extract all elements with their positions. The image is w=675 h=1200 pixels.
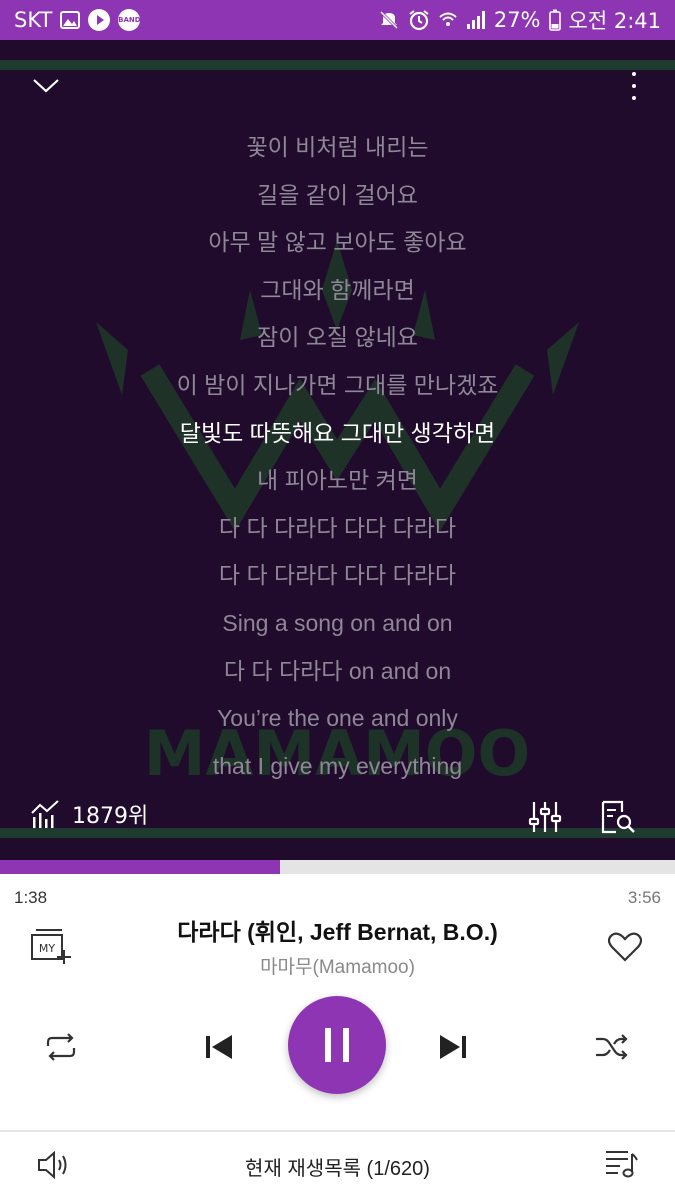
lyric-line[interactable]: 다 다 다라다 on and on (0, 648, 675, 696)
current-playlist-button[interactable]: 현재 재생목록 (1/620) (150, 1152, 525, 1181)
signal-icon (466, 10, 486, 30)
svg-text:MY: MY (39, 942, 55, 955)
pause-button[interactable] (288, 996, 386, 1094)
lyrics-panel[interactable]: MAMAMOO 꽃이 비처럼 내리는 길을 같이 걸어요 아무 말 않고 보아도… (0, 40, 675, 860)
media-play-icon (88, 9, 111, 31)
alarm-icon (408, 9, 430, 31)
lyric-search-icon[interactable] (600, 800, 636, 838)
artist-name[interactable]: 마마무(Mamamoo) (100, 952, 575, 979)
lyric-line[interactable]: 길을 같이 걸어요 (0, 172, 675, 220)
lyric-line[interactable]: 꽃이 비처럼 내리는 (0, 124, 675, 172)
like-heart-icon[interactable] (607, 932, 643, 966)
collapse-chevron-icon[interactable] (30, 74, 62, 98)
lyric-line[interactable]: 내 피아노만 켜면 (0, 457, 675, 505)
clock-time: 오전 2:41 (568, 9, 661, 33)
lyric-line[interactable]: 이 밤이 지나가면 그대를 만나겠죠 (0, 362, 675, 410)
next-track-icon[interactable] (436, 1030, 472, 1064)
wifi-icon (438, 10, 458, 30)
add-to-my-list-button[interactable]: MY (30, 928, 72, 968)
lyric-line[interactable]: 아무 말 않고 보아도 좋아요 (0, 219, 675, 267)
pause-icon (325, 1028, 349, 1062)
top-accent-line (0, 60, 675, 70)
playlist-icon[interactable] (604, 1148, 638, 1184)
bottom-divider (0, 1130, 675, 1132)
lyric-line[interactable]: 잠이 오질 않네요 (0, 314, 675, 362)
equalizer-icon[interactable] (528, 800, 562, 838)
lyrics-list: 꽃이 비처럼 내리는 길을 같이 걸어요 아무 말 않고 보아도 좋아요 그대와… (0, 124, 675, 790)
my-list-add-icon: MY (31, 929, 71, 964)
lyric-line[interactable]: Sing a song on and on (0, 600, 675, 648)
shuffle-icon[interactable] (594, 1032, 630, 1062)
elapsed-time: 1:38 (14, 888, 48, 907)
gallery-icon (60, 11, 81, 29)
chart-rank-button[interactable]: 1879위 (30, 798, 148, 830)
volume-icon[interactable] (36, 1150, 72, 1184)
lyric-line[interactable]: You’re the one and only (0, 695, 675, 743)
chart-rank-icon (31, 800, 59, 828)
lyric-line[interactable]: that I give my everything (0, 743, 675, 791)
lyric-line[interactable]: 다 다 다라다 다다 다라다 (0, 505, 675, 553)
previous-track-icon[interactable] (200, 1030, 236, 1064)
battery-icon (548, 9, 561, 31)
total-time: 3:56 (627, 888, 661, 907)
status-bar: SKT BAND 27% 오전 2:41 (0, 0, 675, 40)
chart-rank-label: 1879위 (72, 804, 149, 829)
lyric-line-current[interactable]: 달빛도 따뜻해요 그대만 생각하면 (0, 410, 675, 458)
battery-percent: 27% (493, 8, 541, 32)
band-app-icon: BAND (118, 9, 141, 31)
lyric-line[interactable]: 다 다 다라다 다다 다라다 (0, 552, 675, 600)
playback-progress-bar[interactable] (0, 860, 675, 874)
carrier-label: SKT (14, 8, 53, 32)
lyric-line[interactable]: 그대와 함께라면 (0, 267, 675, 315)
mute-icon (378, 9, 400, 31)
more-options-icon[interactable] (629, 72, 639, 100)
repeat-icon[interactable] (44, 1032, 78, 1062)
progress-fill (0, 860, 281, 874)
song-title: 다라다 (휘인, Jeff Bernat, B.O.) (177, 919, 498, 945)
